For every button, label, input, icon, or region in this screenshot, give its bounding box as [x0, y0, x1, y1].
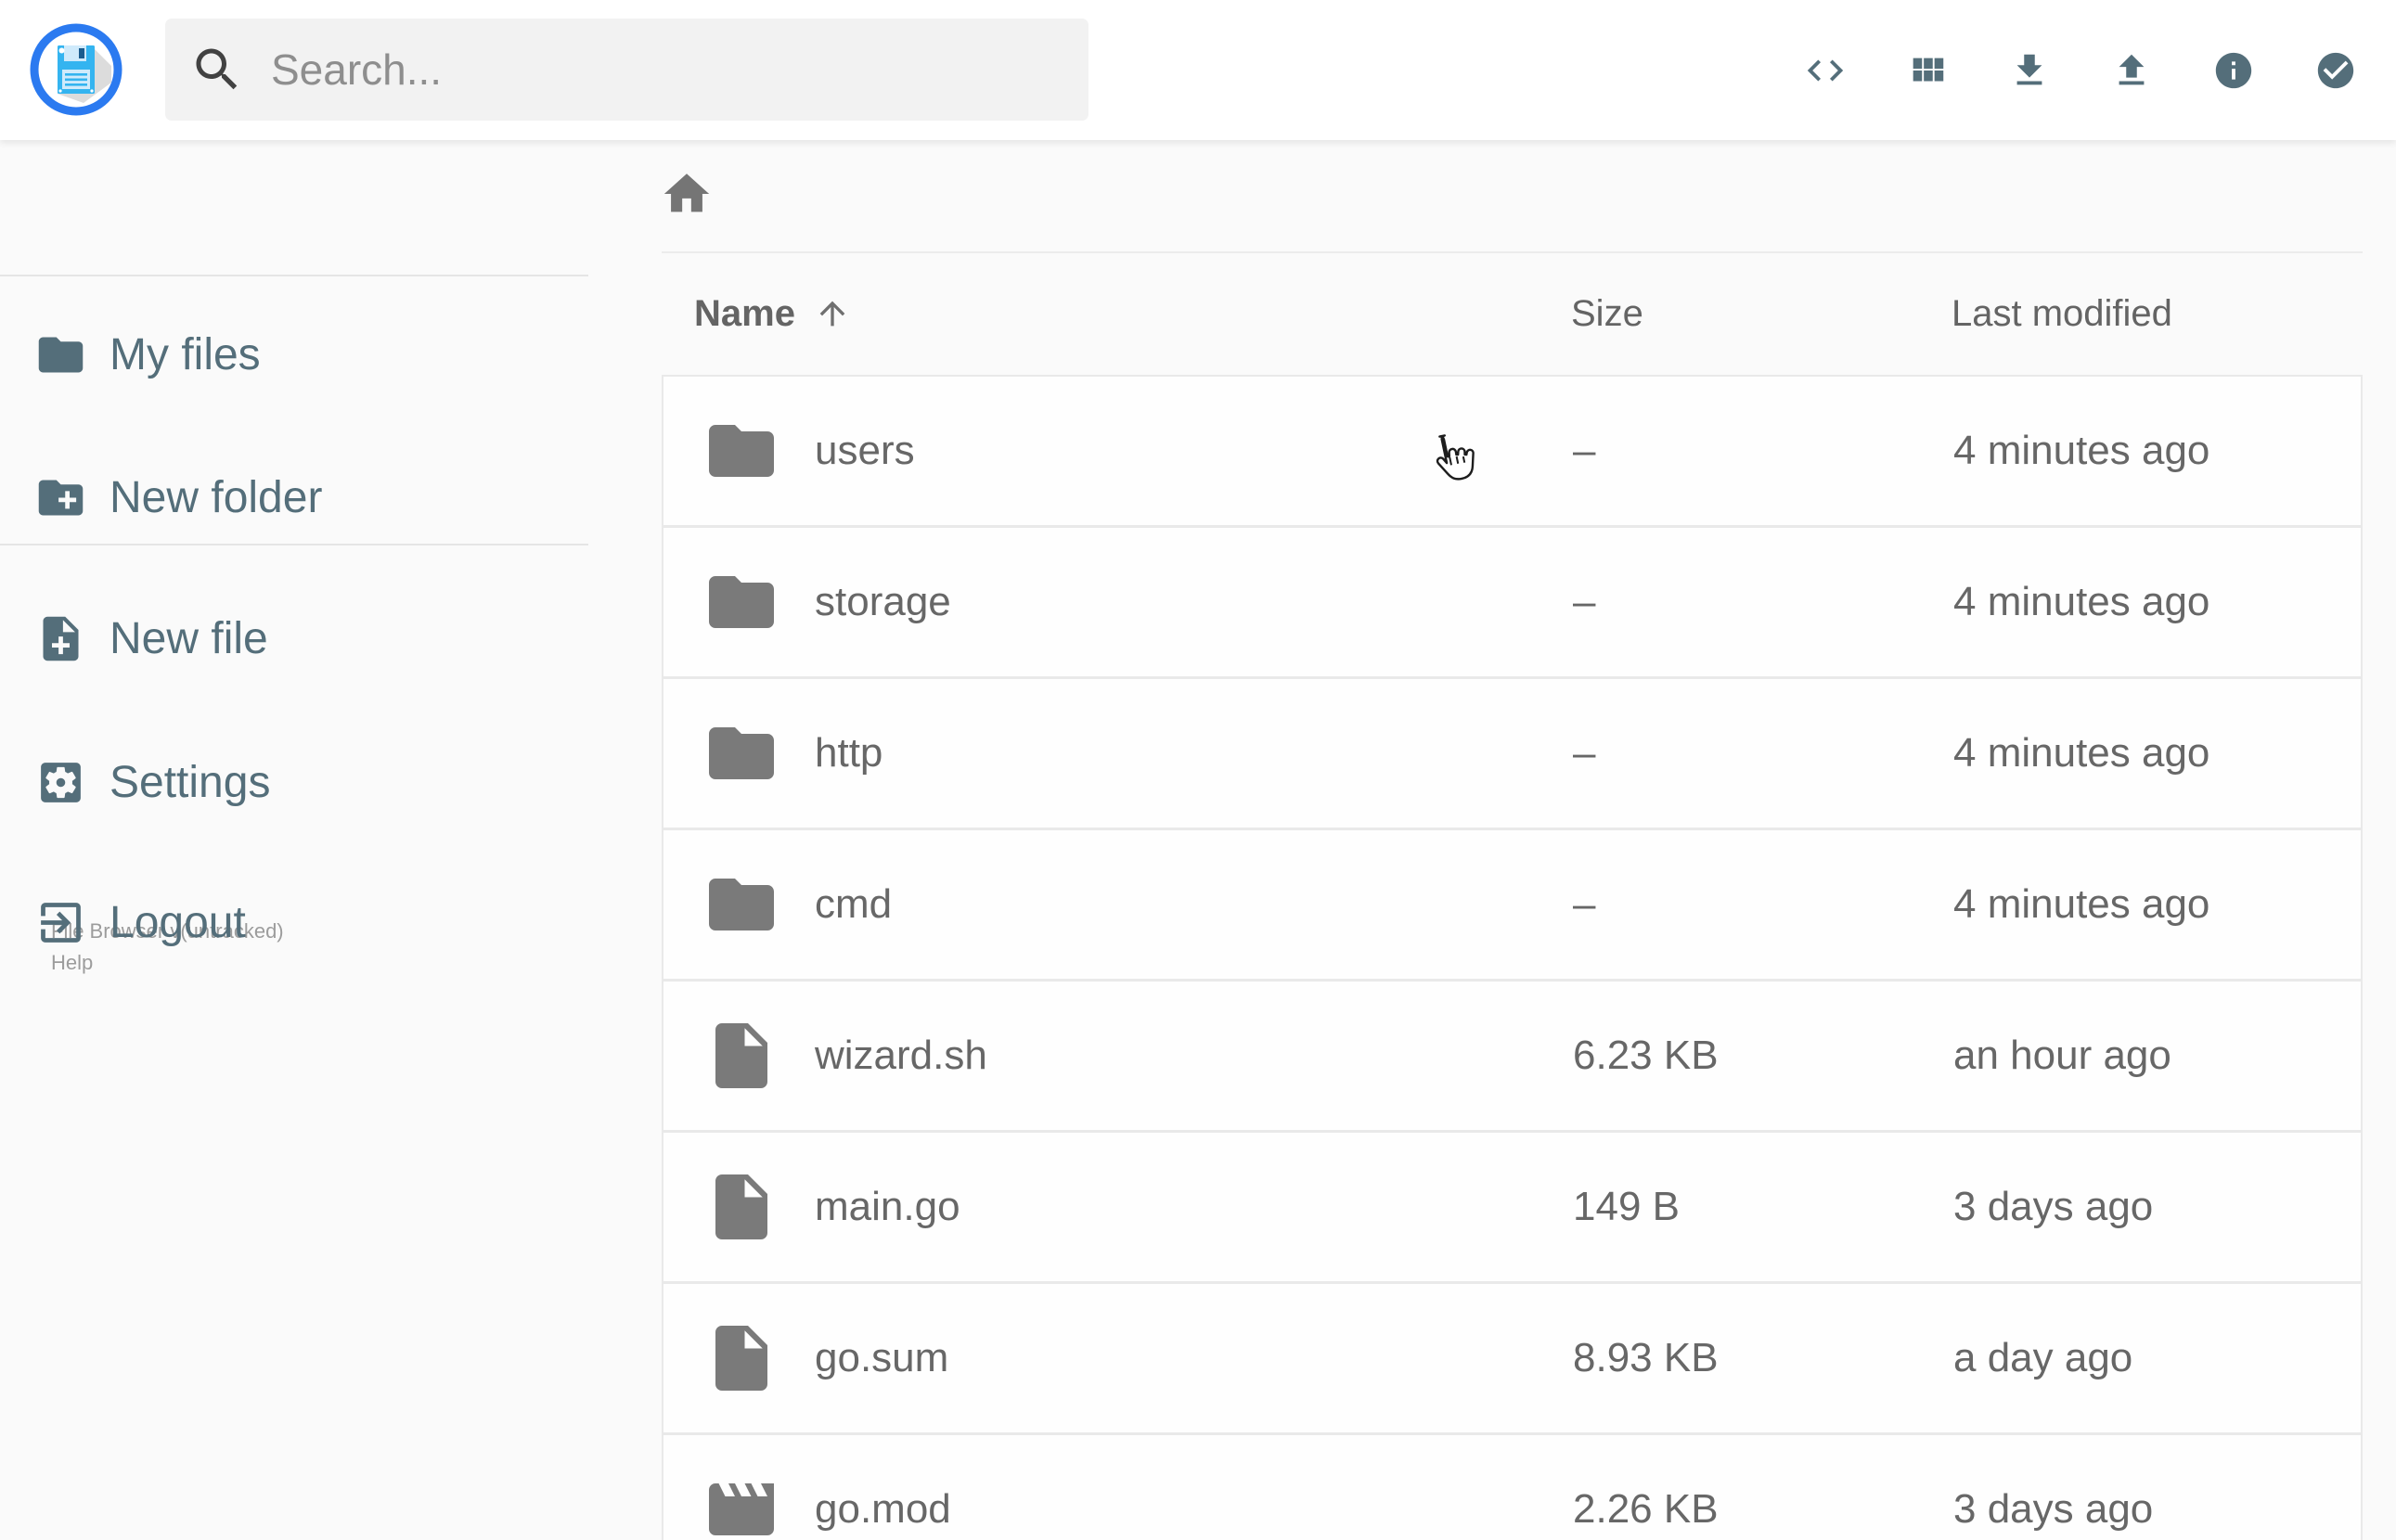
- file-modified: 3 days ago: [1953, 1184, 2154, 1229]
- file-name: go.mod: [815, 1486, 951, 1532]
- info-button[interactable]: [2212, 49, 2255, 92]
- sidebar: File Browser v(untracked) Help My files …: [0, 140, 588, 1540]
- search-icon: [189, 42, 245, 97]
- sidebar-item-new-file[interactable]: New file: [34, 609, 268, 668]
- logout-icon: [34, 896, 87, 949]
- filebrowser-app: File Browser v(untracked) Help My files …: [0, 0, 2396, 1540]
- folder-icon: [702, 412, 780, 490]
- download-icon: [2008, 49, 2051, 92]
- folder-icon: [34, 328, 87, 381]
- file-size: –: [1573, 579, 1596, 624]
- file-size: 6.23 KB: [1573, 1033, 1719, 1078]
- table-row[interactable]: wizard.sh 6.23 KB an hour ago: [663, 982, 2361, 1133]
- shell-toggle-button[interactable]: [1804, 49, 1847, 92]
- toolbar-actions: [1804, 0, 2357, 140]
- sidebar-item-label: New file: [109, 613, 268, 663]
- file-name: users: [815, 428, 915, 473]
- folder-icon: [702, 714, 780, 792]
- file-name: http: [815, 730, 883, 776]
- sidebar-item-label: My files: [109, 329, 261, 379]
- sort-by-modified-header[interactable]: Last modified: [1952, 291, 2172, 336]
- floppy-disk-logo-icon: [30, 23, 122, 116]
- file-name: cmd: [815, 881, 893, 927]
- table-row[interactable]: go.mod 2.26 KB 3 days ago: [663, 1435, 2361, 1540]
- file-modified: 4 minutes ago: [1953, 881, 2210, 927]
- search-input[interactable]: [271, 45, 1032, 95]
- top-bar: [0, 0, 2396, 140]
- file-modified: 3 days ago: [1953, 1486, 2154, 1532]
- file-icon: [702, 1017, 780, 1095]
- file-modified: 4 minutes ago: [1953, 428, 2210, 473]
- help-link[interactable]: Help: [51, 947, 284, 979]
- file-icon: [702, 1319, 780, 1397]
- sidebar-item-label: Settings: [109, 757, 271, 807]
- table-row[interactable]: users – 4 minutes ago: [663, 377, 2361, 528]
- sidebar-item-label: New folder: [109, 472, 323, 522]
- folder-icon: [702, 866, 780, 943]
- file-modified: 4 minutes ago: [1953, 579, 2210, 624]
- select-multiple-button[interactable]: [2314, 49, 2357, 92]
- folder-icon: [702, 563, 780, 641]
- sort-ascending-arrow-icon: [814, 295, 851, 332]
- check-circle-icon: [2314, 49, 2357, 92]
- listing-header: Name Size Last modified: [0, 291, 2396, 336]
- code-icon: [1804, 49, 1847, 92]
- file-size: 8.93 KB: [1573, 1335, 1719, 1380]
- folder-plus-icon: [34, 471, 87, 524]
- file-name: go.sum: [815, 1335, 949, 1380]
- file-plus-icon: [34, 612, 87, 665]
- sidebar-item-logout[interactable]: Logout: [34, 892, 246, 952]
- file-listing: users – 4 minutes ago storage – 4 minute…: [662, 375, 2363, 1540]
- movie-icon: [702, 1470, 780, 1540]
- table-row[interactable]: http – 4 minutes ago: [663, 679, 2361, 830]
- file-modified: an hour ago: [1953, 1033, 2171, 1078]
- info-icon: [2212, 49, 2255, 92]
- filebrowser-logo[interactable]: [30, 23, 122, 116]
- file-size: 2.26 KB: [1573, 1486, 1719, 1532]
- upload-button[interactable]: [2110, 49, 2153, 92]
- settings-icon: [34, 756, 87, 809]
- file-size: 149 B: [1573, 1184, 1680, 1229]
- table-row[interactable]: cmd – 4 minutes ago: [663, 830, 2361, 982]
- sort-by-name-header[interactable]: Name: [694, 291, 851, 336]
- sidebar-divider: [0, 544, 588, 545]
- search-bar[interactable]: [165, 19, 1089, 121]
- home-icon: [660, 167, 714, 221]
- sidebar-item-new-folder[interactable]: New folder: [34, 468, 322, 527]
- file-modified: a day ago: [1953, 1335, 2133, 1380]
- breadcrumb-divider: [662, 251, 2363, 253]
- sidebar-item-settings[interactable]: Settings: [34, 752, 270, 812]
- table-row[interactable]: main.go 149 B 3 days ago: [663, 1133, 2361, 1284]
- file-size: –: [1573, 730, 1596, 776]
- sidebar-divider: [0, 275, 588, 276]
- file-name: wizard.sh: [815, 1033, 987, 1078]
- file-name: storage: [815, 579, 951, 624]
- view-mode-button[interactable]: [1906, 49, 1949, 92]
- sidebar-item-label: Logout: [109, 897, 246, 947]
- table-row[interactable]: storage – 4 minutes ago: [663, 528, 2361, 679]
- table-row[interactable]: go.sum 8.93 KB a day ago: [663, 1284, 2361, 1435]
- file-size: –: [1573, 428, 1596, 473]
- upload-icon: [2110, 49, 2153, 92]
- grid-icon: [1906, 49, 1949, 92]
- download-button[interactable]: [2008, 49, 2051, 92]
- sort-by-size-header[interactable]: Size: [1571, 291, 1643, 336]
- breadcrumb-home-button[interactable]: [660, 167, 714, 221]
- file-modified: 4 minutes ago: [1953, 730, 2210, 776]
- file-name: main.go: [815, 1184, 960, 1229]
- file-size: –: [1573, 881, 1596, 927]
- file-icon: [702, 1168, 780, 1246]
